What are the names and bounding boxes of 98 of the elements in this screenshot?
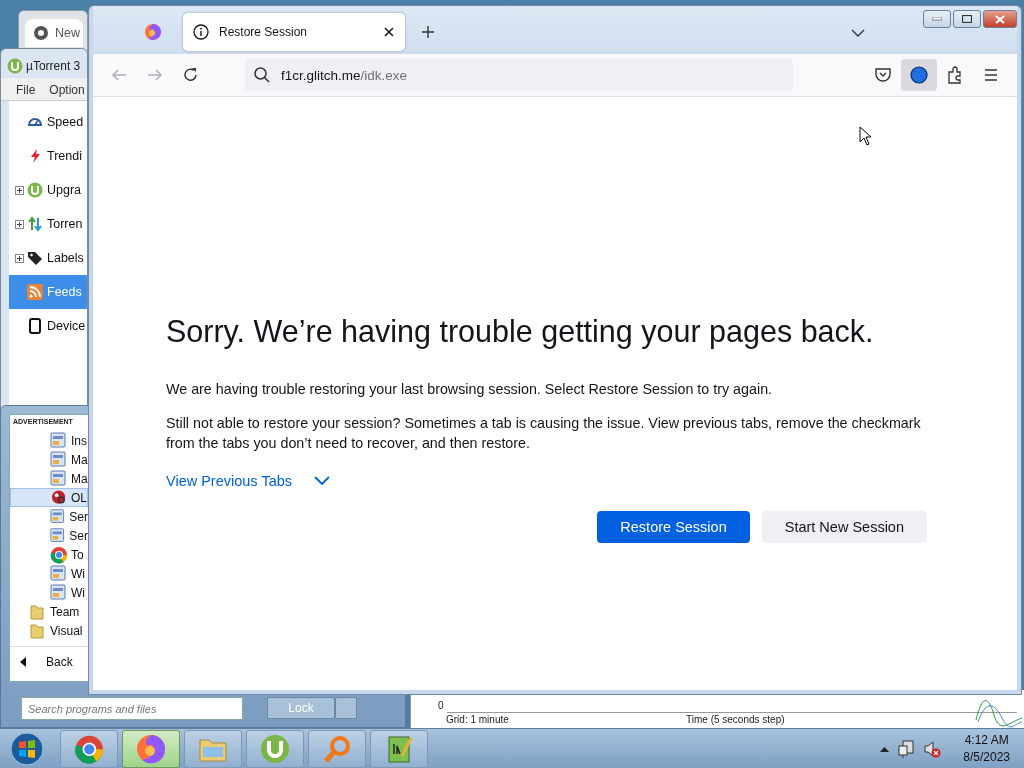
window-title: µTorrent 3 <box>26 59 81 73</box>
triangle-icon[interactable] <box>880 745 890 752</box>
network-icon[interactable] <box>897 739 916 758</box>
program-icon <box>50 564 68 583</box>
taskbar-button[interactable] <box>60 729 118 768</box>
paragraph: Still not able to restore your session? Sometimes a tab is causing the issue. View previous tabs, remove the checkmark from the tabs you don’t need to recover, and then restore. <box>166 414 922 453</box>
arrows-icon <box>27 216 43 232</box>
sidebar-item[interactable]: Trendi <box>9 139 87 173</box>
menu-item-label: OL <box>71 490 87 505</box>
maximize-button[interactable] <box>953 10 981 28</box>
close-icon <box>995 14 1005 24</box>
search-field[interactable]: Search programs and files <box>21 697 243 720</box>
program-icon <box>50 507 67 526</box>
sidebar-item[interactable]: Speed <box>9 105 87 139</box>
taskbar-button[interactable] <box>370 729 428 768</box>
menu-item[interactable]: Wi <box>10 583 88 602</box>
close-icon[interactable] <box>383 26 395 38</box>
phone-icon <box>27 318 43 334</box>
utorrent-icon <box>27 182 43 198</box>
maximize-icon <box>962 15 972 23</box>
menu-item[interactable]: OL <box>10 488 88 507</box>
program-icon <box>50 469 68 488</box>
cursor-icon <box>859 126 873 146</box>
sidebar-item[interactable]: Upgra <box>9 173 87 207</box>
program-icon <box>50 450 68 469</box>
chevron-down-icon[interactable] <box>314 476 330 486</box>
menu-item[interactable]: File <box>16 83 36 97</box>
folder-item[interactable]: Team <box>10 602 88 621</box>
url-text: f1cr.glitch.me/idk.exe <box>281 67 408 83</box>
menu-item[interactable]: Wi <box>10 564 88 583</box>
expand-icon[interactable] <box>15 185 24 195</box>
triangle-icon <box>20 656 26 667</box>
restore-button[interactable]: Restore Session <box>597 511 750 543</box>
bug-icon <box>51 488 68 507</box>
sidebar-item[interactable]: Labels <box>9 241 87 275</box>
plus-icon[interactable] <box>421 25 435 39</box>
info-icon <box>193 24 209 40</box>
reload-icon[interactable] <box>182 66 200 84</box>
folder-item[interactable]: Visual <box>10 621 88 640</box>
program-icon <box>50 526 67 545</box>
close-button[interactable] <box>983 10 1017 28</box>
expand-icon[interactable] <box>15 253 24 263</box>
new-session-button[interactable]: Start New Session <box>761 511 927 543</box>
page-heading: Sorry. We’re having trouble getting your pages back. <box>166 314 875 349</box>
sidebar-item[interactable]: Device <box>9 309 87 343</box>
menu-item[interactable]: Ser <box>10 507 88 526</box>
magnifier-icon <box>322 733 352 764</box>
chevron-down-icon[interactable] <box>851 29 865 38</box>
menu-item-label: To <box>71 547 84 562</box>
axis-label: Time (5 seconds step) <box>686 714 785 725</box>
rss-icon <box>27 284 43 300</box>
folder-icon <box>30 622 44 639</box>
search-icon <box>253 66 271 84</box>
back-label: Back <box>46 654 73 669</box>
menu-item[interactable]: Ins <box>10 431 88 450</box>
puzzle-icon[interactable] <box>946 66 964 84</box>
utorrent-icon <box>7 58 23 74</box>
taskbar-button[interactable] <box>246 729 304 768</box>
menu-icon[interactable] <box>982 66 1000 84</box>
expand-icon[interactable] <box>15 219 24 229</box>
axis-label: Grid: 1 minute <box>446 714 509 725</box>
taskbar-button[interactable] <box>122 729 180 768</box>
sidebar-item[interactable]: Torren <box>9 207 87 241</box>
minimize-icon <box>932 17 942 21</box>
utorrent-icon <box>260 733 290 764</box>
folder-label: Visual <box>50 623 83 638</box>
axis-label: 0 <box>438 700 444 711</box>
minimize-button[interactable] <box>923 10 951 28</box>
menu-item[interactable]: To <box>10 545 88 564</box>
tab-title: New <box>55 26 80 40</box>
paragraph: We are having trouble restoring your last browsing session. Select Restore Session to try again. <box>166 380 774 399</box>
muted-speaker-icon[interactable] <box>923 739 942 758</box>
menu-item-label: Ser <box>69 509 88 524</box>
menu-item[interactable]: Ma <box>10 450 88 469</box>
menu-item-label: Wi <box>71 585 85 600</box>
menu-item[interactable]: Option <box>49 83 85 97</box>
firefox-icon <box>144 23 162 41</box>
program-icon <box>50 431 68 450</box>
folder-label: Team <box>50 604 80 619</box>
tag-icon <box>27 250 43 266</box>
view-tabs-link[interactable]: View Previous Tabs <box>166 473 292 489</box>
menu-item-label: Ma <box>71 471 88 486</box>
browser-tab[interactable]: New <box>25 19 83 47</box>
start-icon[interactable] <box>10 731 44 766</box>
menu-item-label: Wi <box>71 566 85 581</box>
program-icon <box>50 583 68 602</box>
menu-item-label: Ma <box>71 452 88 467</box>
menu-item-label: Ser <box>69 528 88 543</box>
menu-item[interactable]: Ser <box>10 526 88 545</box>
menu-item[interactable]: Ma <box>10 469 88 488</box>
pocket-icon[interactable] <box>874 66 892 84</box>
account-icon[interactable] <box>910 66 928 84</box>
menu-item-label: Ins <box>71 433 87 448</box>
folder-icon <box>30 603 44 620</box>
clock[interactable]: 4:12 AM 8/5/2023 <box>963 731 1010 766</box>
address-bar[interactable]: f1cr.glitch.me/idk.exe <box>245 59 793 91</box>
browser-tab[interactable]: Restore Session <box>183 13 405 51</box>
firefox-icon <box>136 733 166 764</box>
